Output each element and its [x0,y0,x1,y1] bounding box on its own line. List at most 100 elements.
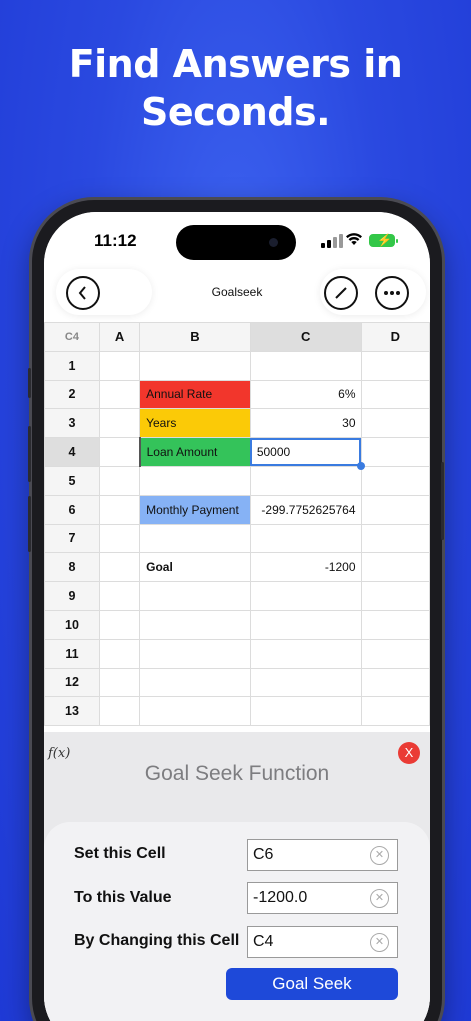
row-header[interactable]: 9 [44,581,100,611]
signal-icon [321,234,343,248]
cell-c[interactable] [249,581,362,611]
to-value-value: -1200.0 [253,889,308,906]
cell-b[interactable] [139,523,251,554]
column-header-a[interactable]: A [98,322,141,352]
goal-seek-button[interactable]: Goal Seek [226,968,398,1000]
cell-b[interactable] [139,638,251,669]
cell-d[interactable] [360,408,430,439]
cell-a[interactable] [98,437,141,467]
cell-b[interactable]: Goal [139,552,251,583]
cell-d[interactable] [360,494,430,525]
cell-d[interactable] [360,523,430,554]
battery-icon: ⚡ [369,233,398,247]
cell-c[interactable] [249,350,362,381]
cell-b[interactable] [139,696,251,727]
active-cell[interactable]: 50000 [249,437,362,467]
cell-b[interactable]: Years [139,408,251,439]
cell-b[interactable] [139,609,251,640]
cell-d[interactable] [360,609,430,640]
cell-c[interactable] [249,465,362,496]
cell-b[interactable] [139,465,251,496]
more-icon [384,291,400,295]
changing-cell-value: C4 [253,933,274,950]
cell-b[interactable]: Monthly Payment [139,494,251,525]
cell-c[interactable]: -1200 [249,552,362,583]
goal-seek-panel: f(x) X Goal Seek Function Set this Cell … [44,732,430,1021]
cell-a[interactable] [98,465,141,496]
cell-d[interactable] [360,638,430,669]
cell-d[interactable] [360,437,430,467]
cell-a[interactable] [98,379,141,410]
cell-a[interactable] [98,350,141,381]
status-bar: 11:12 ⚡ [44,212,430,268]
to-value-field[interactable]: -1200.0 ✕ [247,882,398,914]
row-header[interactable]: 3 [44,408,100,439]
cell-a[interactable] [98,638,141,669]
cell-d[interactable] [360,379,430,410]
cell-b[interactable] [139,581,251,611]
row-header[interactable]: 7 [44,523,100,554]
row-header[interactable]: 11 [44,638,100,669]
clear-icon[interactable]: ✕ [370,889,389,908]
cell-a[interactable] [98,696,141,727]
cell-a[interactable] [98,408,141,439]
cell-c[interactable] [249,638,362,669]
cell-d[interactable] [360,465,430,496]
row-header[interactable]: 5 [44,465,100,496]
cell-a[interactable] [98,581,141,611]
cell-d[interactable] [360,667,430,698]
cell-c[interactable] [249,696,362,727]
row-header[interactable]: 8 [44,552,100,583]
table-row: 10 [44,609,430,640]
set-cell-field[interactable]: C6 ✕ [247,839,398,871]
row-header[interactable]: 2 [44,379,100,410]
table-row: 1 [44,350,430,381]
changing-cell-field[interactable]: C4 ✕ [247,926,398,958]
cell-c[interactable]: 6% [249,379,362,410]
cell-a[interactable] [98,609,141,640]
row-header[interactable]: 13 [44,696,100,727]
cell-a[interactable] [98,523,141,554]
cell-c[interactable] [249,667,362,698]
cell-b[interactable]: Loan Amount [139,437,251,467]
clear-icon[interactable]: ✕ [370,846,389,865]
cell-c[interactable]: -299.7752625764 [249,494,362,525]
action-button [28,368,31,398]
cell-c[interactable] [249,609,362,640]
cell-d[interactable] [360,696,430,727]
table-row: 8 Goal -1200 [44,552,430,583]
table-row: 2 Annual Rate 6% [44,379,430,410]
cell-b[interactable] [139,350,251,381]
cell-d[interactable] [360,581,430,611]
cell-a[interactable] [98,552,141,583]
row-header[interactable]: 6 [44,494,100,525]
volume-down-button [28,496,31,552]
table-row: 3 Years 30 [44,408,430,439]
cell-b[interactable] [139,667,251,698]
phone-frame: 11:12 ⚡ Goalseek C4 A B C D 1 2 Annual R… [28,200,444,1021]
row-header[interactable]: 4 [44,437,100,467]
column-header-d[interactable]: D [360,322,430,352]
column-header-b[interactable]: B [139,322,251,352]
cell-d[interactable] [360,350,430,381]
panel-title: Goal Seek Function [144,762,330,785]
cell-a[interactable] [98,494,141,525]
cell-a[interactable] [98,667,141,698]
row-header[interactable]: 10 [44,609,100,640]
close-button[interactable]: X [398,742,420,764]
pencil-icon [335,287,347,299]
clear-icon[interactable]: ✕ [370,933,389,952]
cell-d[interactable] [360,552,430,583]
changing-cell-label: By Changing this Cell [74,932,240,949]
row-header[interactable]: 12 [44,667,100,698]
power-button [441,462,444,540]
spreadsheet[interactable]: C4 A B C D 1 2 Annual Rate 6% 3 Years 30 4 Loan … [44,322,430,732]
more-button[interactable] [375,276,409,310]
cell-c[interactable]: 30 [249,408,362,439]
column-header-c[interactable]: C [249,322,362,352]
cell-b[interactable]: Annual Rate [139,379,251,410]
row-header[interactable]: 1 [44,350,100,381]
edit-button[interactable] [324,276,358,310]
name-box[interactable]: C4 [44,322,100,352]
cell-c[interactable] [249,523,362,554]
